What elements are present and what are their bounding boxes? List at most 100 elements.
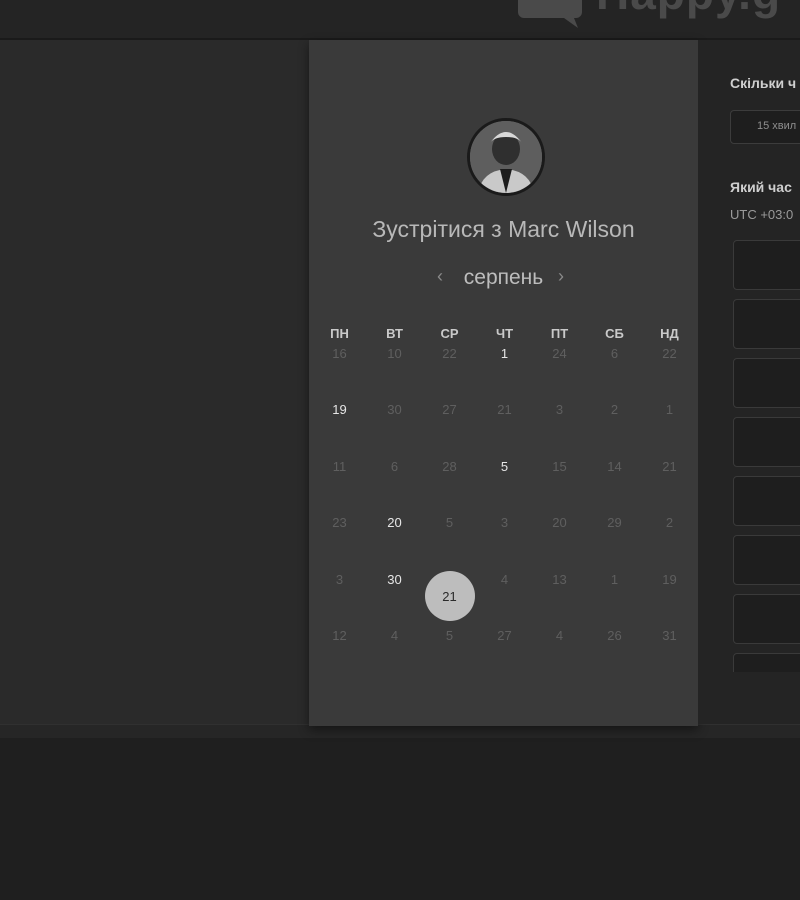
time-slot[interactable] xyxy=(733,299,800,349)
chevron-right-icon[interactable]: › xyxy=(558,266,564,287)
day-number: 16 xyxy=(332,346,347,361)
calendar-day: 11 xyxy=(312,459,367,515)
calendar-week: 3 30 21 4 13 1 19 xyxy=(312,570,697,628)
calendar-day: 27 xyxy=(422,402,477,458)
duration-select[interactable]: 15 хвил xyxy=(730,110,800,144)
day-number: 29 xyxy=(607,515,622,531)
time-slot[interactable] xyxy=(733,240,800,290)
time-slot[interactable] xyxy=(733,358,800,408)
calendar-day: 28 xyxy=(422,459,477,515)
day-number: 19 xyxy=(332,402,347,418)
day-number: 1 xyxy=(610,571,619,587)
timezone-label[interactable]: UTC +03:0 xyxy=(730,207,793,222)
calendar-day: 4 xyxy=(477,572,532,628)
calendar-day: 21 xyxy=(642,459,697,515)
day-number: 21 xyxy=(442,588,457,604)
calendar-day[interactable]: 30 xyxy=(367,572,422,628)
day-number: 21 xyxy=(662,458,677,474)
calendar-day: 15 xyxy=(532,459,587,515)
day-number: 3 xyxy=(500,515,509,531)
right-panel: Скільки ч 15 хвил Який час UTC +03:0 xyxy=(698,40,800,724)
weekday-header: ПН ВТ СР ЧТ ПТ СБ НД xyxy=(312,326,697,346)
day-number: 4 xyxy=(555,627,564,643)
day-number: 23 xyxy=(332,515,347,531)
calendar-day: 4 xyxy=(367,628,422,684)
day-number: 2 xyxy=(610,402,619,418)
day-number: 20 xyxy=(387,515,402,531)
avatar xyxy=(467,118,545,196)
day-number: 31 xyxy=(662,627,677,643)
day-number: 10 xyxy=(387,346,402,361)
calendar-week: 19 30 27 21 3 2 1 xyxy=(312,402,697,458)
calendar-day: 20 xyxy=(532,515,587,571)
day-number: 5 xyxy=(445,515,454,531)
day-number: 2 xyxy=(665,515,674,531)
duration-value: 15 хвил xyxy=(757,120,797,132)
calendar-day: 10 xyxy=(367,346,422,402)
calendar-day: 4 xyxy=(532,628,587,684)
day-number: 13 xyxy=(552,571,567,587)
day-number: 6 xyxy=(390,458,399,474)
calendar-week: 12 4 5 27 4 26 31 xyxy=(312,628,697,684)
calendar-day: 5 xyxy=(422,628,477,684)
calendar-day: 21 xyxy=(477,402,532,458)
calendar-day: 26 xyxy=(587,628,642,684)
duration-question: Скільки ч xyxy=(730,75,797,91)
day-number: 4 xyxy=(390,627,399,643)
time-slot-list xyxy=(733,240,800,672)
time-slot[interactable] xyxy=(733,417,800,467)
calendar-week: 16 10 22 1 24 6 22 xyxy=(312,346,697,402)
calendar-week: 11 6 28 5 15 14 21 xyxy=(312,459,697,515)
day-number: 1 xyxy=(665,402,674,418)
calendar-day: 22 xyxy=(422,346,477,402)
time-slot[interactable] xyxy=(733,476,800,526)
calendar-day: 23 xyxy=(312,515,367,571)
calendar-day: 5 xyxy=(422,515,477,571)
calendar-day: 2 xyxy=(587,402,642,458)
calendar-day: 3 xyxy=(532,402,587,458)
calendar-day: 14 xyxy=(587,459,642,515)
day-number: 30 xyxy=(387,402,402,418)
day-number: 26 xyxy=(607,627,622,643)
calendar-day: 29 xyxy=(587,515,642,571)
calendar-day[interactable]: 19 xyxy=(312,402,367,458)
calendar-week: 23 20 5 3 20 29 2 xyxy=(312,515,697,571)
weekday-label: НД xyxy=(660,326,679,341)
weekday-label: СР xyxy=(440,326,459,341)
day-number: 15 xyxy=(552,458,567,474)
day-number: 4 xyxy=(500,571,509,587)
day-number: 3 xyxy=(555,402,564,418)
day-number: 19 xyxy=(662,571,677,587)
calendar-day: 3 xyxy=(312,572,367,628)
weekday-label: ПТ xyxy=(550,326,569,341)
day-number: 6 xyxy=(610,346,619,361)
day-number: 27 xyxy=(497,627,512,643)
calendar-day: 1 xyxy=(642,402,697,458)
time-question: Який час xyxy=(730,179,792,195)
calendar-day: 24 xyxy=(532,346,587,402)
logo[interactable]: Happy.g xyxy=(518,0,800,28)
month-navigation: ‹ серпень › xyxy=(309,264,698,294)
left-pane xyxy=(0,40,310,724)
calendar-day[interactable]: 20 xyxy=(367,515,422,571)
weekday-label: ВТ xyxy=(386,326,403,341)
calendar-day[interactable]: 5 xyxy=(477,459,532,515)
time-slot[interactable] xyxy=(733,594,800,644)
time-slot[interactable] xyxy=(733,535,800,585)
time-slot[interactable] xyxy=(733,653,800,672)
day-number: 12 xyxy=(332,627,347,643)
day-number: 5 xyxy=(445,627,454,643)
page-footer-area xyxy=(0,738,800,900)
calendar-day: 19 xyxy=(642,572,697,628)
calendar-day-selected[interactable]: 21 xyxy=(422,570,477,628)
day-number: 21 xyxy=(497,402,512,418)
day-number: 30 xyxy=(387,571,402,587)
calendar-day: 3 xyxy=(477,515,532,571)
calendar-day[interactable]: 1 xyxy=(477,346,532,402)
day-number: 1 xyxy=(500,346,509,361)
calendar-day: 2 xyxy=(642,515,697,571)
calendar-day: 6 xyxy=(367,459,422,515)
calendar-day: 1 xyxy=(587,572,642,628)
day-number: 22 xyxy=(662,346,677,361)
day-number: 22 xyxy=(442,346,457,361)
